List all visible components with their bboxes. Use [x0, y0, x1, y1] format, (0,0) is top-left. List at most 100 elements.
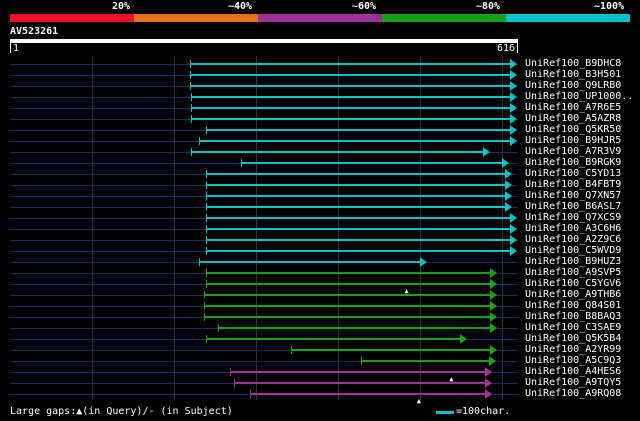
query-title: AV523261: [10, 26, 59, 37]
hit-label[interactable]: UniRef100_A5AZR8: [525, 113, 621, 124]
hit-bar[interactable]: [233, 382, 485, 384]
hit-bar[interactable]: [198, 140, 510, 142]
hit-arrow-icon: [490, 290, 498, 300]
hit-label[interactable]: UniRef100_B8BAQ3: [525, 311, 621, 322]
query-bar: [10, 39, 518, 43]
hit-label[interactable]: UniRef100_C3SAE9: [525, 322, 621, 333]
hit-arrow-icon: [510, 92, 517, 102]
hit-bar[interactable]: [205, 283, 491, 285]
hit-label[interactable]: UniRef100_Q7XN57: [525, 190, 621, 201]
hit-label[interactable]: UniRef100_Q5KR50: [525, 124, 621, 135]
hit-start-tick: [240, 159, 242, 167]
hit-label[interactable]: UniRef100_Q5K5B4: [525, 333, 621, 344]
hit-bar[interactable]: [191, 151, 484, 153]
hit-bar[interactable]: [191, 96, 510, 98]
color-scale-segment-100: [506, 14, 630, 22]
hit-bar[interactable]: [205, 228, 510, 230]
hit-label[interactable]: UniRef100_A7R3V9: [525, 146, 621, 157]
hit-bar[interactable]: [198, 261, 420, 263]
hit-arrow-icon: [510, 81, 517, 91]
hit-bar[interactable]: [230, 371, 485, 373]
hit-bar[interactable]: [191, 107, 510, 109]
hit-label[interactable]: UniRef100_A9THB6: [525, 289, 621, 300]
hit-label[interactable]: UniRef100_Q84S01: [525, 300, 621, 311]
hit-start-tick: [191, 148, 193, 156]
hit-start-tick: [205, 192, 207, 200]
hit-bar[interactable]: [205, 173, 506, 175]
color-scale-segment-40: [134, 14, 258, 22]
hit-bar[interactable]: [189, 63, 510, 65]
hit-label[interactable]: UniRef100_C5YD13: [525, 168, 621, 179]
hit-bar[interactable]: [191, 118, 510, 120]
scale-label: =100char.: [456, 406, 511, 417]
hit-bar[interactable]: [249, 393, 485, 395]
hit-start-tick: [204, 291, 206, 299]
hit-label[interactable]: UniRef100_C5YGV6: [525, 278, 621, 289]
hit-label[interactable]: UniRef100_A9RQ08: [525, 388, 621, 399]
hit-start-tick: [205, 269, 207, 277]
hit-bar[interactable]: [205, 195, 506, 197]
hit-arrow-icon: [484, 378, 492, 388]
hit-arrow-icon: [510, 125, 517, 135]
hit-start-tick: [205, 280, 207, 288]
scale-label-80: ~80%: [476, 1, 501, 12]
hit-arrow-icon: [510, 59, 517, 69]
hit-label[interactable]: UniRef100_A5C9Q3: [525, 355, 621, 366]
hit-bar[interactable]: [291, 349, 491, 351]
hit-arrow-icon: [488, 356, 496, 366]
hit-arrow-icon: [490, 345, 498, 355]
scale-label-60: ~60%: [352, 1, 377, 12]
scale-label-40: ~40%: [228, 1, 253, 12]
hit-bar[interactable]: [205, 272, 491, 274]
hit-bar[interactable]: [204, 294, 491, 296]
hit-label[interactable]: UniRef100_Q7XCS9: [525, 212, 621, 223]
hit-label[interactable]: UniRef100_B6ASL7: [525, 201, 621, 212]
hit-label[interactable]: UniRef100_A4HES6: [525, 366, 621, 377]
hit-bar[interactable]: [204, 305, 491, 307]
hit-bar[interactable]: [240, 162, 502, 164]
hit-bar[interactable]: [204, 316, 491, 318]
hit-label[interactable]: UniRef100_Q9LRB0: [525, 80, 621, 91]
hit-label[interactable]: UniRef100_A2Z9C6: [525, 234, 621, 245]
query-start-tick: [10, 43, 11, 53]
color-scale-segment-20: [10, 14, 134, 22]
hit-label[interactable]: UniRef100_B4FBT9: [525, 179, 621, 190]
hit-label[interactable]: UniRef100_A2YR99: [525, 344, 621, 355]
hit-arrow-icon: [510, 213, 517, 223]
hit-start-tick: [204, 313, 206, 321]
hit-start-tick: [191, 93, 193, 101]
hit-bar[interactable]: [189, 85, 510, 87]
hit-bar[interactable]: [205, 184, 506, 186]
hit-bar[interactable]: [205, 206, 506, 208]
hit-start-tick: [189, 60, 191, 68]
hit-label[interactable]: UniRef100_B9HJR5: [525, 135, 621, 146]
hit-label[interactable]: UniRef100_B9RGK9: [525, 157, 621, 168]
hit-label[interactable]: UniRef100_A7R6E5: [525, 102, 621, 113]
hit-label[interactable]: UniRef100_B9HUZ3: [525, 256, 621, 267]
hit-bar[interactable]: [218, 327, 491, 329]
hit-start-tick: [291, 346, 293, 354]
hit-bar[interactable]: [205, 239, 510, 241]
hit-start-tick: [189, 82, 191, 90]
hit-label[interactable]: UniRef100_A9TQY5: [525, 377, 621, 388]
hit-bar[interactable]: [205, 338, 461, 340]
hit-start-tick: [198, 258, 200, 266]
hit-bar[interactable]: [205, 217, 510, 219]
hit-label[interactable]: UniRef100_UP1000..: [525, 91, 633, 102]
hit-label[interactable]: UniRef100_B3H501: [525, 69, 621, 80]
hit-bar[interactable]: [189, 74, 510, 76]
hit-label[interactable]: UniRef100_B9DHC8: [525, 58, 621, 69]
hit-arrow-icon: [510, 235, 517, 245]
hit-arrow-icon: [510, 246, 517, 256]
hit-bar[interactable]: [205, 250, 510, 252]
hit-start-tick: [205, 126, 207, 134]
hit-start-tick: [205, 236, 207, 244]
hit-label[interactable]: UniRef100_A3C6H6: [525, 223, 621, 234]
hit-bar[interactable]: [205, 129, 510, 131]
hit-start-tick: [205, 335, 207, 343]
hit-label[interactable]: UniRef100_A9SVP5: [525, 267, 621, 278]
hit-arrow-icon: [505, 180, 513, 190]
hit-bar[interactable]: [361, 360, 489, 362]
hit-arrow-icon: [484, 389, 492, 399]
hit-label[interactable]: UniRef100_C5WVD9: [525, 245, 621, 256]
